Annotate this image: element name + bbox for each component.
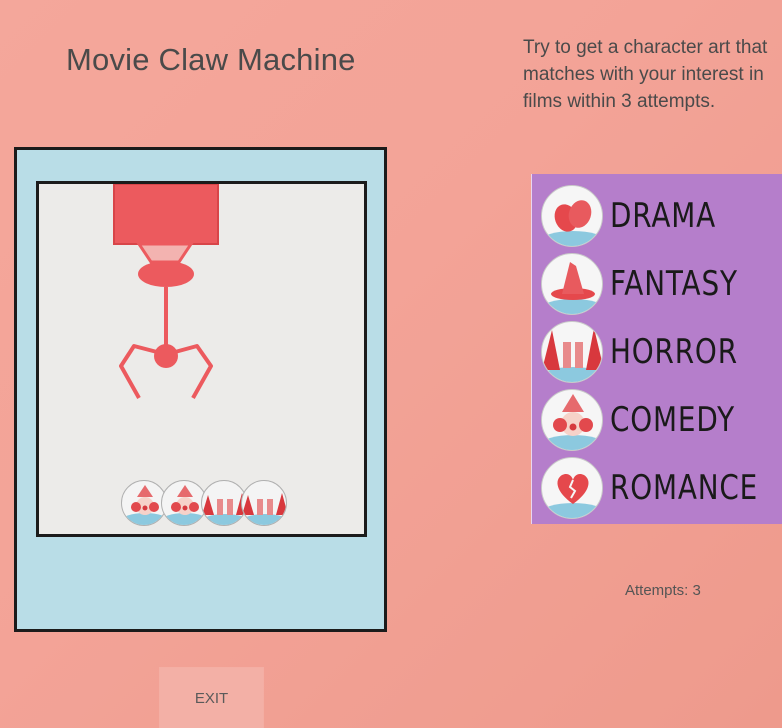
instructions-line-3: films within 3 attempts. xyxy=(523,91,716,112)
exit-button[interactable]: EXIT xyxy=(160,668,263,728)
drama-masks-icon xyxy=(541,185,603,247)
claw-machine-glass xyxy=(36,181,367,537)
genre-label-comedy: COMEDY xyxy=(610,400,735,440)
horror-figure-icon[interactable] xyxy=(241,480,287,526)
attempts-counter: Attempts: 3 xyxy=(625,582,701,599)
genre-label-fantasy: FANTASY xyxy=(610,264,738,304)
genre-item-drama: DRAMA xyxy=(541,182,739,250)
genre-item-romance: ROMANCE xyxy=(541,454,782,522)
page-title: Movie Claw Machine xyxy=(66,42,356,77)
instructions-text: Try to get a character art that matches … xyxy=(523,34,782,115)
horror-figure-icon xyxy=(541,321,603,383)
genre-panel: DRAMA FANTASY HORROR COMEDY ROMANCE xyxy=(531,174,782,524)
claw-machine xyxy=(14,147,387,632)
instructions-line-2: matches with your interest in xyxy=(523,64,764,85)
clown-icon xyxy=(541,389,603,451)
genre-label-romance: ROMANCE xyxy=(610,468,759,508)
genre-item-horror: HORROR xyxy=(541,318,766,386)
prize-row xyxy=(121,480,287,528)
genre-item-comedy: COMEDY xyxy=(541,386,762,454)
genre-label-horror: HORROR xyxy=(610,332,738,372)
genre-item-fantasy: FANTASY xyxy=(541,250,766,318)
genre-label-drama: DRAMA xyxy=(610,196,717,236)
broken-heart-icon xyxy=(541,457,603,519)
instructions-line-1: Try to get a character art that xyxy=(523,37,768,58)
wizard-hat-icon xyxy=(541,253,603,315)
